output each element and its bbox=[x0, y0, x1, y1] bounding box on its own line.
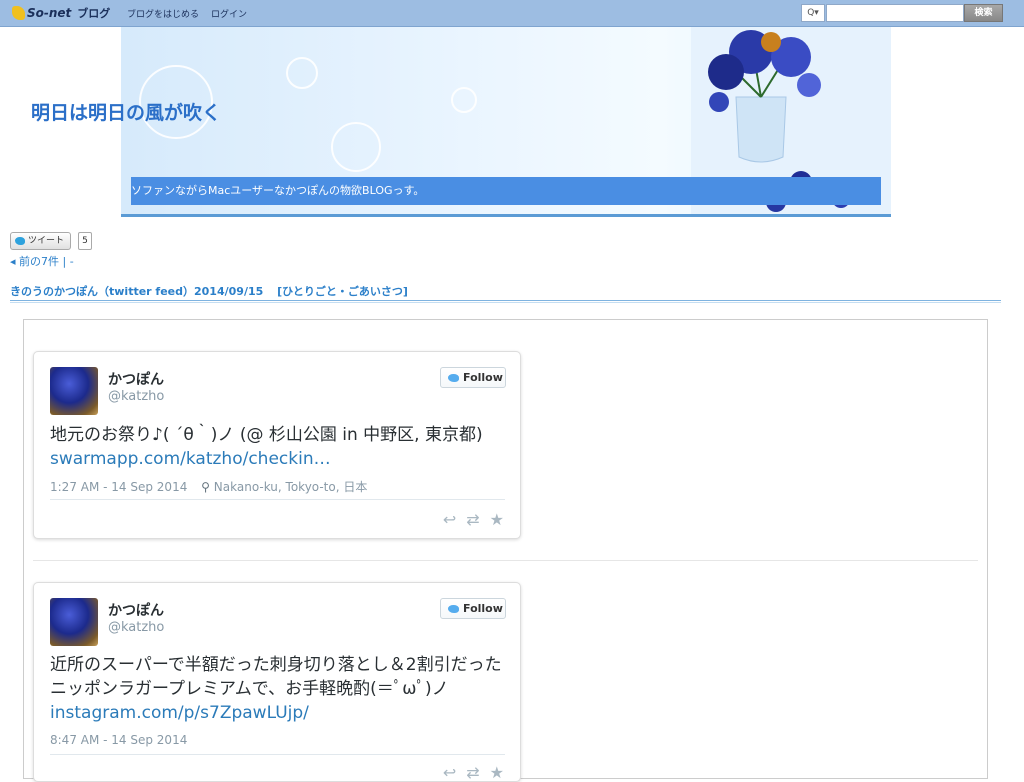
tweet-meta: 8:47 AM - 14 Sep 2014 bbox=[50, 733, 187, 747]
post-category-link[interactable]: [ひとりごと・ごあいさつ] bbox=[277, 285, 408, 298]
header-bottom-line bbox=[121, 214, 891, 217]
favorite-icon[interactable]: ★ bbox=[490, 763, 504, 782]
follow-label: Follow bbox=[463, 602, 503, 615]
tweet-divider bbox=[50, 499, 505, 500]
avatar[interactable] bbox=[50, 367, 98, 415]
reply-icon[interactable]: ↩ bbox=[443, 510, 456, 529]
post-title-underline bbox=[10, 300, 1001, 301]
tweet-separator bbox=[33, 560, 978, 561]
twitter-bird-icon bbox=[15, 237, 25, 245]
search-type-dropdown[interactable]: Q▾ bbox=[801, 4, 825, 22]
login-link[interactable]: ログイン bbox=[211, 7, 247, 20]
tweet-text: 近所のスーパーで半額だった刺身切り落とし＆2割引だったニッポンラガープレミアムで… bbox=[50, 653, 510, 725]
prev-arrow-icon: ◂ bbox=[10, 255, 16, 268]
tweet-author-name[interactable]: かつぽん bbox=[108, 600, 164, 620]
search-input[interactable] bbox=[826, 4, 964, 22]
post-title: きのうのかつぽん（twitter feed）2014/09/15 [ひとりごと・… bbox=[10, 283, 408, 299]
top-bar: So-net ブログ ブログをはじめる ログイン Q▾ 検索 bbox=[0, 0, 1024, 27]
reply-icon[interactable]: ↩ bbox=[443, 763, 456, 782]
sonet-logo-icon bbox=[12, 6, 25, 20]
flower-decoration-icon bbox=[331, 122, 381, 172]
post-title-underline-light bbox=[10, 302, 1001, 303]
prev-7-link[interactable]: 前の7件 bbox=[19, 255, 59, 268]
tweet-meta: 1:27 AM - 14 Sep 2014 ⚲ Nakano-ku, Tokyo… bbox=[50, 478, 367, 495]
prev-page-nav: ◂ 前の7件 | - bbox=[10, 253, 74, 269]
tweet-link[interactable]: instagram.com/p/s7ZpawLUjp/ bbox=[50, 703, 309, 723]
follow-label: Follow bbox=[463, 371, 503, 384]
follow-button[interactable]: Follow bbox=[440, 598, 506, 619]
blog-tagline: ソファンながらMacユーザーなかつぽんの物欲BLOGっす。 bbox=[131, 177, 881, 205]
tweet-timestamp[interactable]: 8:47 AM - 14 Sep 2014 bbox=[50, 733, 187, 747]
favorite-icon[interactable]: ★ bbox=[490, 510, 504, 529]
tweet-location[interactable]: Nakano-ku, Tokyo-to, 日本 bbox=[214, 480, 368, 494]
tweet-link[interactable]: swarmapp.com/katzho/checkin… bbox=[50, 449, 331, 469]
search-bar: Q▾ 検索 bbox=[801, 4, 1003, 22]
search-button[interactable]: 検索 bbox=[964, 4, 1003, 22]
sonet-blog-logo[interactable]: So-net ブログ bbox=[12, 4, 110, 22]
tweet-divider bbox=[50, 754, 505, 755]
start-blog-link[interactable]: ブログをはじめる bbox=[127, 7, 199, 20]
flower-decoration-icon bbox=[286, 57, 318, 89]
logo-text: So-net bbox=[27, 6, 72, 20]
tweet-timestamp[interactable]: 1:27 AM - 14 Sep 2014 bbox=[50, 480, 187, 494]
embedded-tweet[interactable]: かつぽん @katzho Follow 地元のお祭り♪( ´θ｀)ノ (@ 杉山… bbox=[33, 351, 521, 539]
follow-button[interactable]: Follow bbox=[440, 367, 506, 388]
retweet-icon[interactable]: ⇄ bbox=[466, 510, 479, 529]
tweet-author-name[interactable]: かつぽん bbox=[108, 369, 164, 389]
tweet-button-label: ツイート bbox=[28, 236, 65, 246]
tweet-author-handle[interactable]: @katzho bbox=[108, 620, 164, 635]
tweet-button[interactable]: ツイート bbox=[10, 232, 71, 250]
tweet-count: 5 bbox=[78, 232, 92, 250]
blog-title[interactable]: 明日は明日の風が吹く bbox=[31, 98, 221, 125]
tweet-actions: ↩ ⇄ ★ bbox=[443, 763, 504, 782]
tweet-body: 近所のスーパーで半額だった刺身切り落とし＆2割引だったニッポンラガープレミアムで… bbox=[50, 655, 502, 699]
twitter-bird-icon bbox=[448, 374, 459, 382]
post-title-link[interactable]: きのうのかつぽん（twitter feed）2014/09/15 bbox=[10, 285, 263, 298]
tweet-author-handle[interactable]: @katzho bbox=[108, 389, 164, 404]
tweet-text: 地元のお祭り♪( ´θ｀)ノ (@ 杉山公園 in 中野区, 東京都) swar… bbox=[50, 423, 510, 471]
nav-separator: | - bbox=[62, 255, 74, 268]
flower-decoration-icon bbox=[451, 87, 477, 113]
retweet-icon[interactable]: ⇄ bbox=[466, 763, 479, 782]
tweet-actions: ↩ ⇄ ★ bbox=[443, 510, 504, 529]
embedded-tweet[interactable]: かつぽん @katzho Follow 近所のスーパーで半額だった刺身切り落とし… bbox=[33, 582, 521, 782]
avatar[interactable] bbox=[50, 598, 98, 646]
logo-blog-text: ブログ bbox=[77, 7, 111, 20]
location-pin-icon: ⚲ bbox=[201, 480, 210, 494]
tweet-body: 地元のお祭り♪( ´θ｀)ノ (@ 杉山公園 in 中野区, 東京都) bbox=[50, 425, 483, 445]
twitter-bird-icon bbox=[448, 605, 459, 613]
